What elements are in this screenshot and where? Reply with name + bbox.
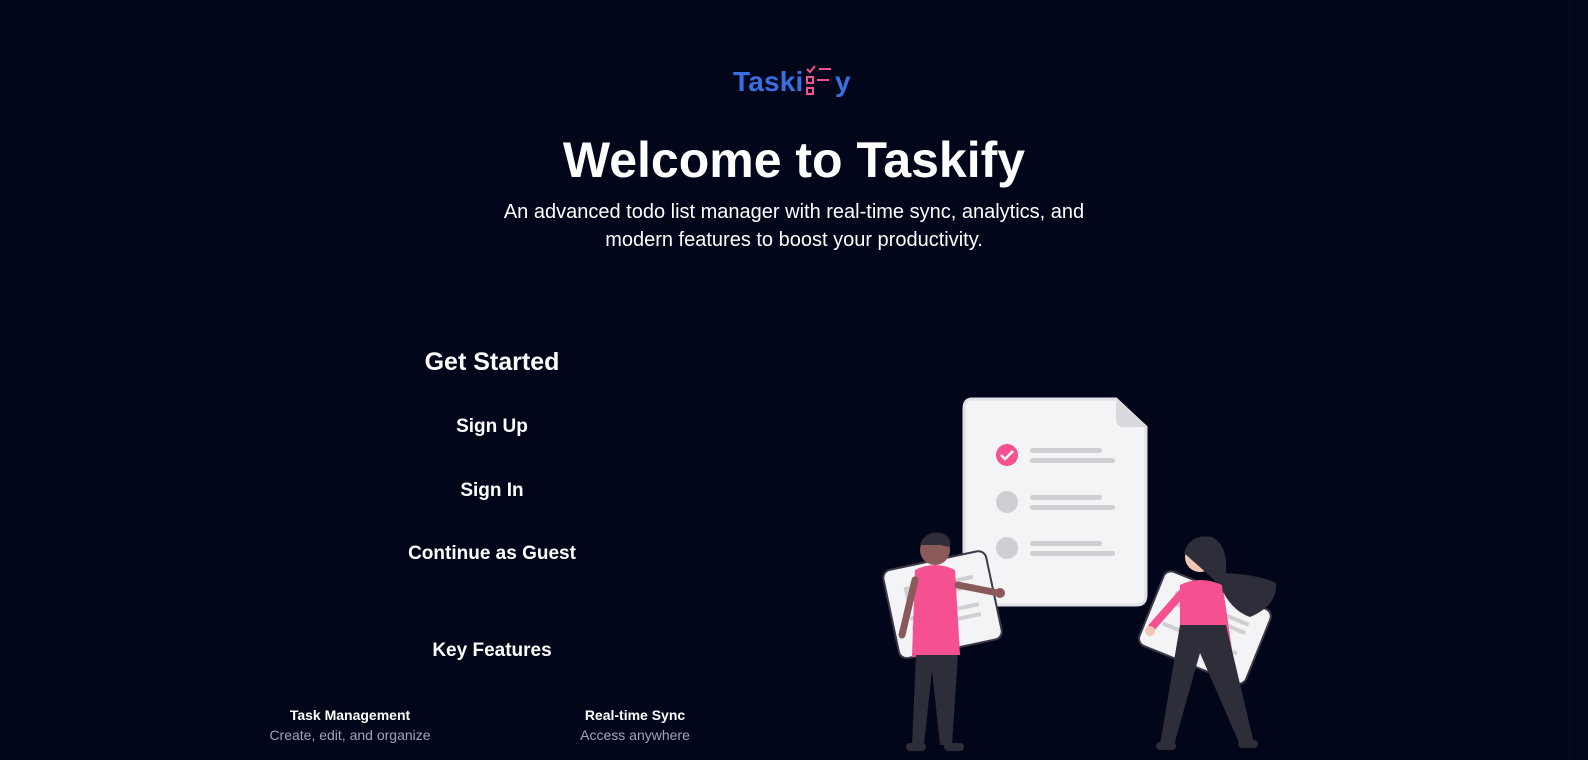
feature-description: Access anywhere <box>580 727 690 743</box>
feature-item: Real-time Sync Access anywhere <box>505 707 765 743</box>
sign-up-button[interactable]: Sign Up <box>392 410 592 444</box>
checklist-icon <box>806 65 831 95</box>
get-started-heading: Get Started <box>424 348 560 376</box>
feature-description: Create, edit, and organize <box>269 727 431 743</box>
logo-text-start: Taski <box>733 66 804 97</box>
taskify-logo: Taski y <box>733 62 863 104</box>
key-features-heading: Key Features <box>432 640 552 661</box>
scrollbar-track[interactable] <box>1569 0 1588 760</box>
subtitle-line-1: An advanced todo list manager with real-… <box>503 201 1085 223</box>
feature-item: Task Management Create, edit, and organi… <box>220 707 480 743</box>
subtitle-line-2: modern features to boost your productivi… <box>605 229 983 251</box>
page-subtitle: An advanced todo list manager with real-… <box>474 198 1114 254</box>
logo-text-end: y <box>835 66 851 97</box>
page-title: Welcome to Taskify <box>562 132 1026 188</box>
people-with-checklist-illustration <box>882 397 1277 751</box>
sign-in-button[interactable]: Sign In <box>392 474 592 508</box>
continue-as-guest-button[interactable]: Continue as Guest <box>392 537 592 571</box>
feature-title: Real-time Sync <box>584 707 686 723</box>
feature-title: Task Management <box>289 707 411 723</box>
